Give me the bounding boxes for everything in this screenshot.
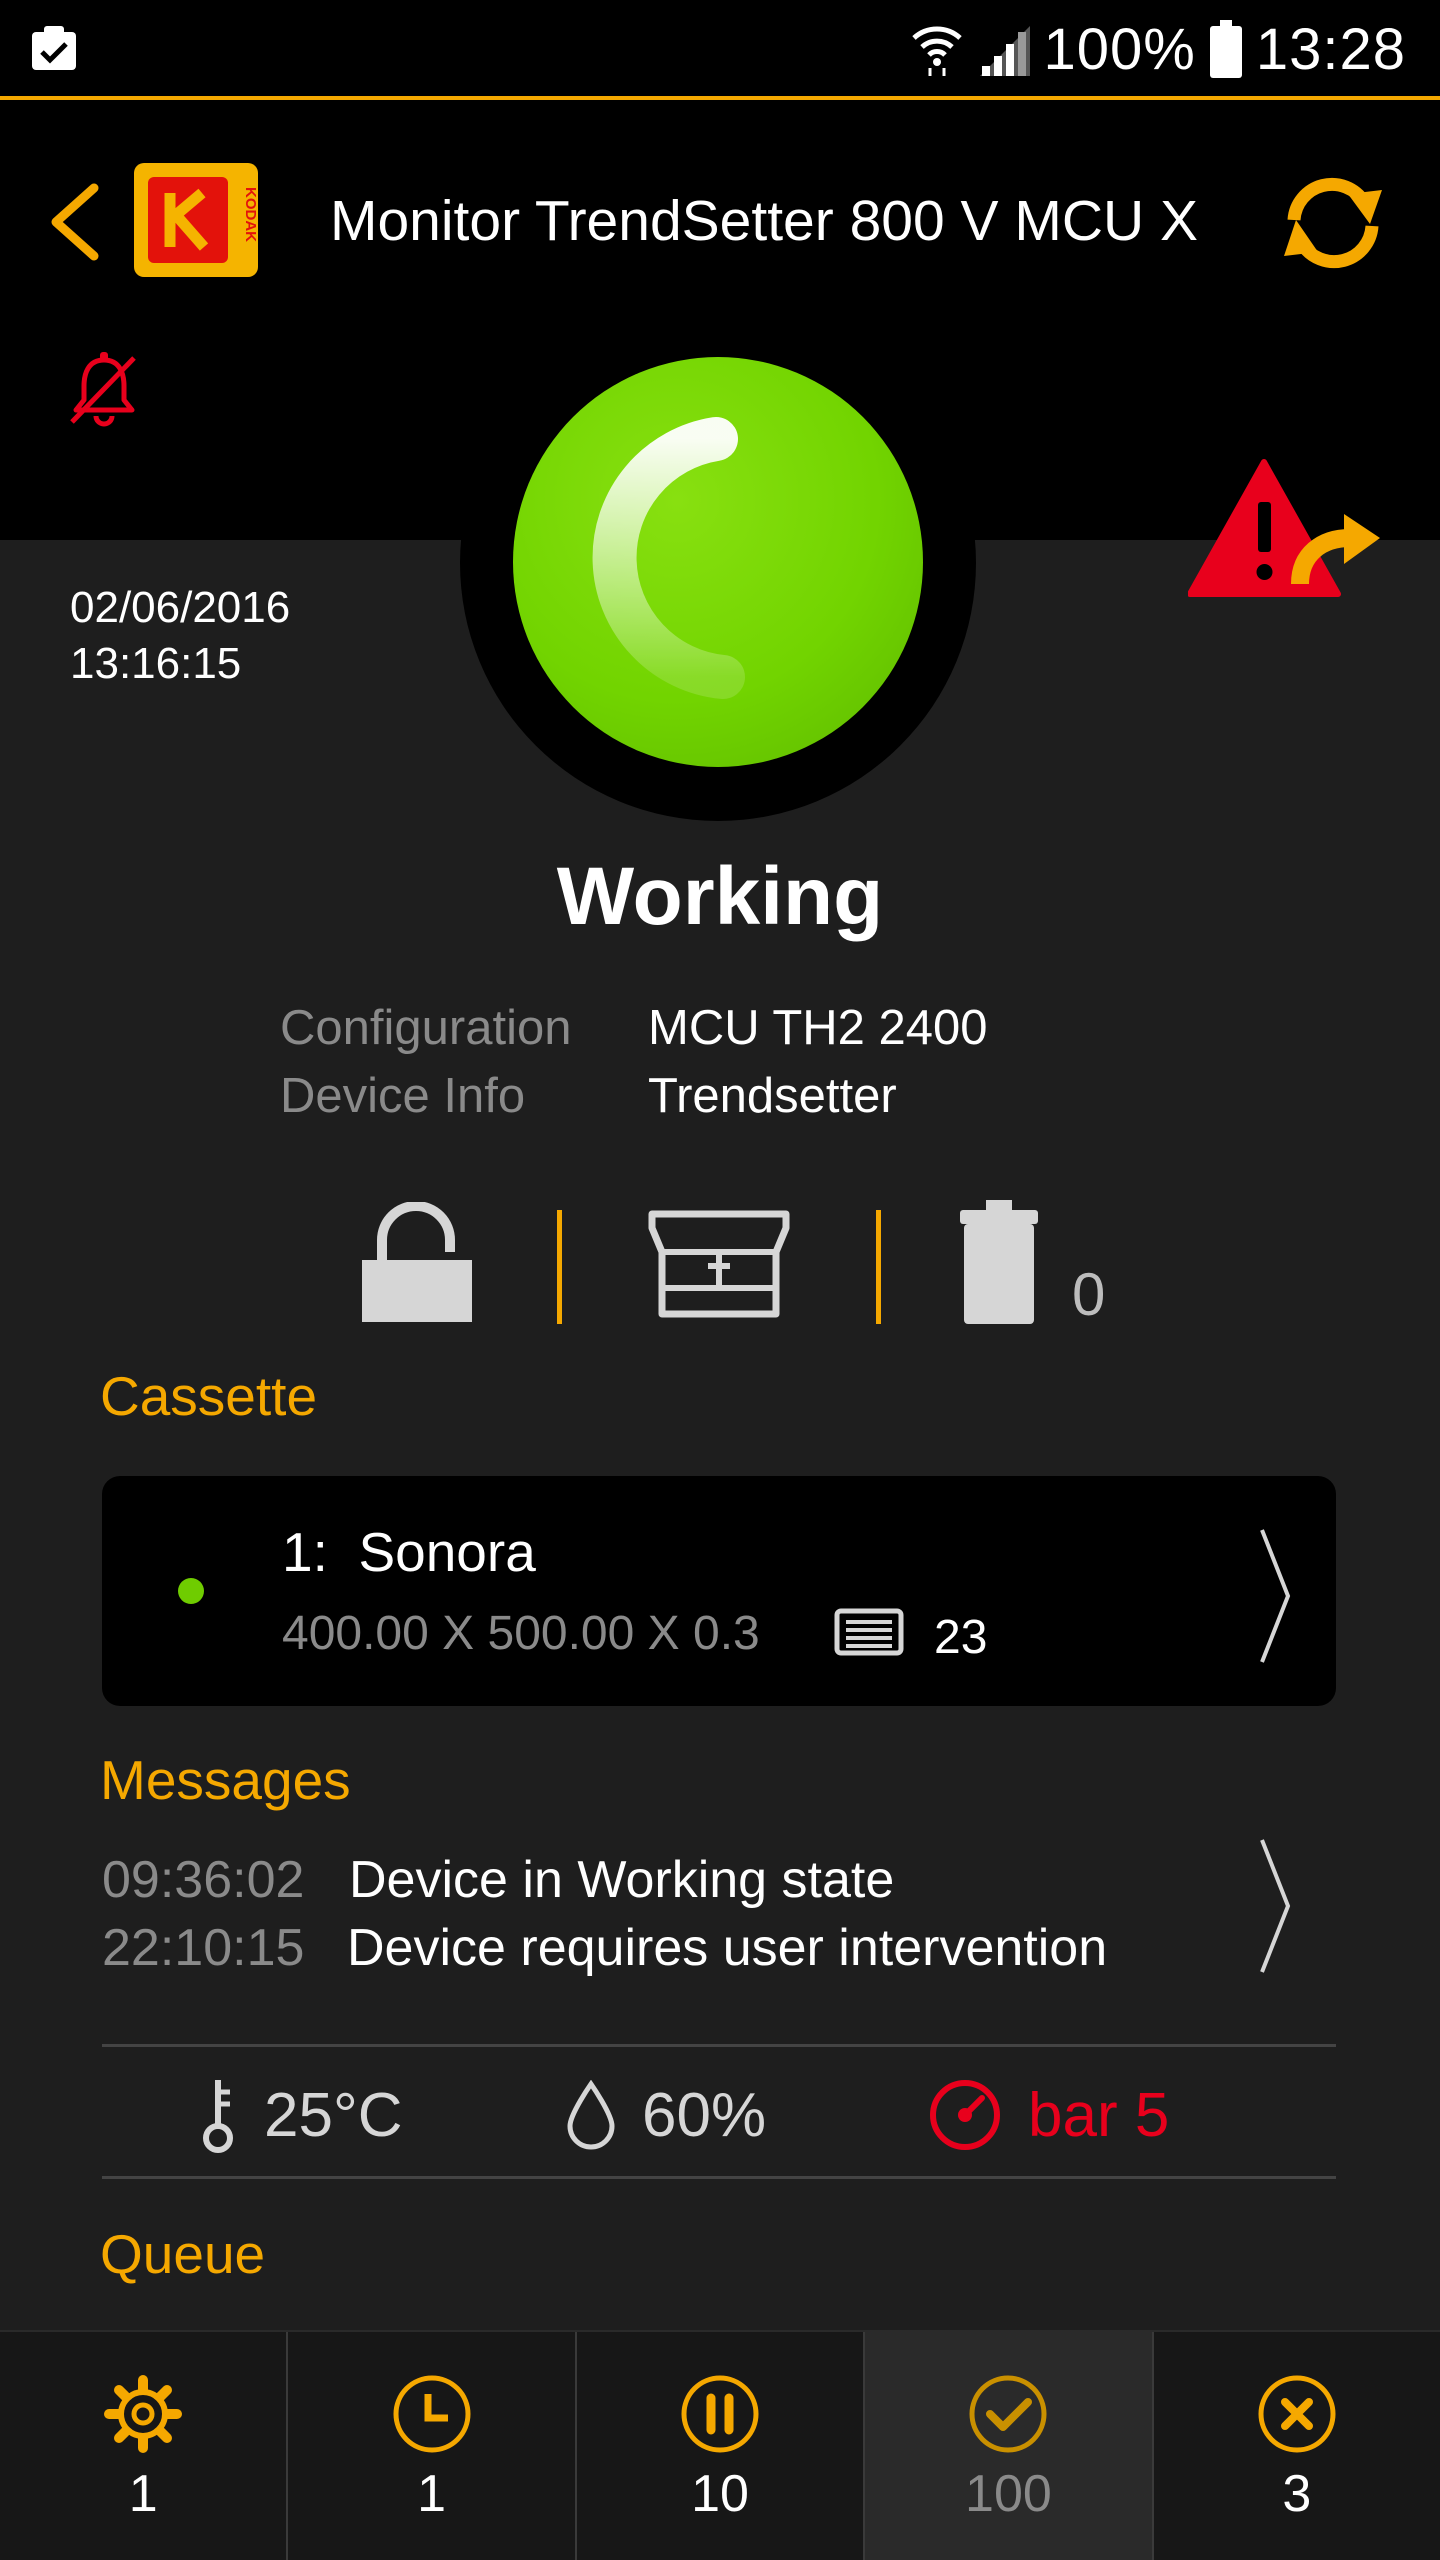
configuration-row: Configuration MCU TH2 2400 (280, 994, 988, 1062)
kodak-logo-mark: KODAK (148, 177, 258, 263)
plate-stack-icon (834, 1608, 904, 1656)
cassette-status-dot (178, 1578, 204, 1604)
cassette-plate-count: 23 (934, 1611, 988, 1664)
messages-section-title: Messages (100, 1749, 351, 1811)
chevron-right-icon (1260, 1839, 1291, 1973)
temperature-value: 25°C (264, 2080, 403, 2150)
check-icon (969, 2375, 1047, 2453)
close-icon (1258, 2375, 1336, 2453)
device-state-title: Working (556, 851, 884, 942)
thermometer-icon (203, 2080, 233, 2153)
status-bar: 100% 13:28 (0, 0, 1440, 100)
divider (102, 2044, 1336, 2047)
cassette-dimensions: 400.00 X 500.00 X 0.3 (282, 1607, 760, 1660)
humidity-value: 60% (642, 2080, 767, 2150)
temperature: 25°C (198, 2050, 403, 2180)
cassette-section-title: Cassette (100, 1365, 318, 1427)
pressure-value: bar 5 (1028, 2080, 1170, 2150)
queue-section-title: Queue (100, 2223, 266, 2285)
water-drop-icon (567, 2080, 615, 2150)
unlocked-icon (362, 1202, 472, 1322)
clock-time: 13:28 (1255, 16, 1406, 82)
kodak-logo: KODAK (134, 163, 258, 277)
page-title: Monitor TrendSetter 800 V MCU X (330, 189, 1199, 253)
chevron-right-icon (1260, 1529, 1291, 1663)
status-indicator-working (513, 357, 923, 767)
message-item: 22:10:15 Device requires user interventi… (102, 1914, 1336, 1982)
tab-count: 1 (417, 2465, 447, 2523)
status-date: 02/06/2016 (70, 583, 291, 632)
battery-icon (1209, 20, 1242, 78)
environment-row: 25°C 60% bar 5 (102, 2050, 1336, 2180)
signal-icon (979, 26, 1030, 76)
message-time: 09:36:02 (102, 1851, 305, 1909)
status-datetime: 02/06/2016 13:16:15 (70, 580, 290, 692)
device-info-value: Trendsetter (648, 1069, 897, 1123)
battery-percentage: 100% (1043, 16, 1196, 82)
alert-forward-button[interactable] (1188, 458, 1384, 604)
device-info-row: Device Info Trendsetter (280, 1062, 988, 1130)
tab-paused[interactable]: 10 (574, 2332, 863, 2560)
queue-tab-bar: 1 1 10 100 3 (0, 2330, 1440, 2560)
status-time: 13:16:15 (70, 639, 242, 688)
message-item: 09:36:02 Device in Working state (102, 1846, 1336, 1914)
configuration-value: MCU TH2 2400 (648, 1001, 988, 1055)
status-bar-right: 100% 13:28 (911, 14, 1407, 84)
clock-icon (393, 2375, 471, 2453)
refresh-button[interactable] (1278, 172, 1388, 272)
tab-count: 100 (965, 2465, 1052, 2523)
tab-count: 1 (128, 2465, 158, 2523)
separator (557, 1210, 562, 1324)
notifications-muted-icon[interactable] (66, 350, 142, 430)
divider (102, 2176, 1336, 2179)
cassette-index: 1: (282, 1521, 328, 1583)
device-info-label: Device Info (280, 1069, 526, 1123)
waste-bin-count: 0 (1072, 1261, 1106, 1328)
cassette-name: 1: Sonora (282, 1520, 536, 1584)
tab-count: 10 (691, 2465, 749, 2523)
waste-bin-icon (960, 1200, 1038, 1324)
message-time: 22:10:15 (102, 1919, 305, 1977)
wifi-icon (911, 26, 962, 76)
back-button[interactable] (44, 180, 104, 264)
message-text: Device requires user intervention (347, 1919, 1108, 1977)
separator (876, 1210, 881, 1324)
cassette-item[interactable]: 1: Sonora 400.00 X 500.00 X 0.3 23 (102, 1476, 1336, 1706)
device-status-icons: 0 (0, 1190, 1440, 1330)
message-text: Device in Working state (349, 1851, 895, 1909)
tab-scheduled[interactable]: 1 (286, 2332, 574, 2560)
configuration-label: Configuration (280, 1001, 572, 1055)
tab-completed[interactable]: 100 (863, 2332, 1152, 2560)
cassette-label: Sonora (358, 1521, 536, 1583)
tab-settings[interactable]: 1 (0, 2332, 286, 2560)
status-highlight-icon (592, 417, 745, 699)
drawer-icon (648, 1210, 790, 1318)
humidity: 60% (566, 2050, 766, 2180)
pause-icon (681, 2375, 759, 2453)
messages-list[interactable]: 09:36:02 Device in Working state 22:10:1… (102, 1839, 1336, 1977)
gear-icon (104, 2375, 183, 2453)
tab-count: 3 (1282, 2465, 1312, 2523)
kodak-logo-text: KODAK (242, 187, 258, 242)
tab-failed[interactable]: 3 (1151, 2332, 1440, 2560)
gauge-icon (930, 2080, 1000, 2150)
clipboard-check-icon (32, 26, 76, 70)
device-info: Configuration MCU TH2 2400 Device Info T… (280, 994, 988, 1130)
pressure: bar 5 (928, 2050, 1169, 2180)
